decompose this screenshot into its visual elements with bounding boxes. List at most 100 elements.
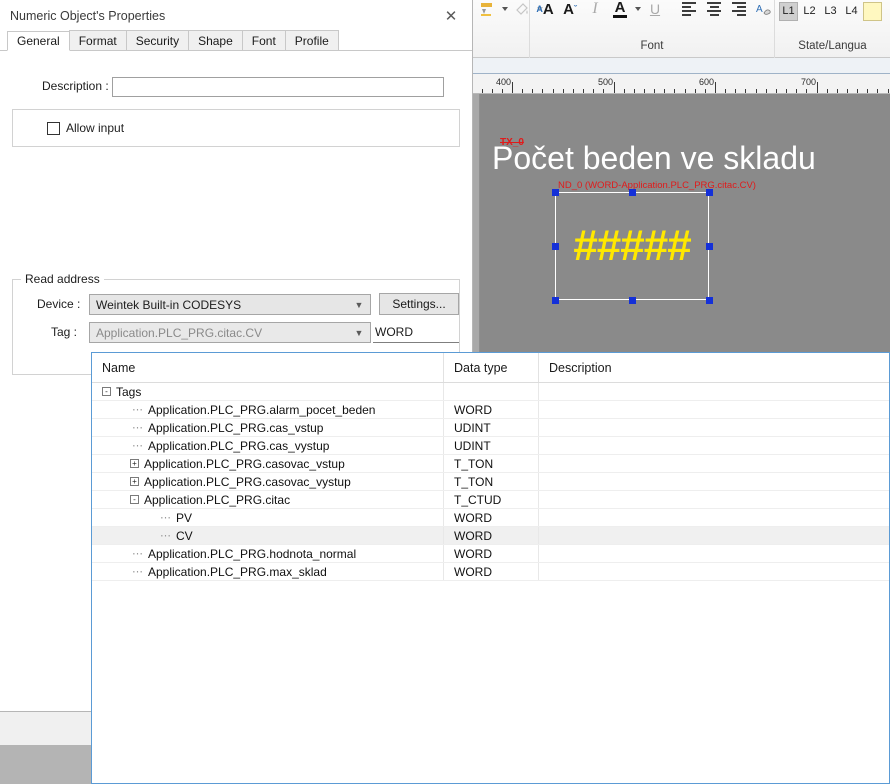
table-row[interactable]: ⋯ Application.PLC_PRG.cas_vstup UDINT bbox=[92, 419, 889, 437]
ribbon-toolbar: AA Aˇ I A U A Font L1 L2 L3 L4 State/Lan… bbox=[472, 0, 890, 58]
ribbon-state-group-label: State/Langua bbox=[798, 40, 867, 52]
resize-handle-nw[interactable] bbox=[552, 189, 559, 196]
table-row[interactable]: + Application.PLC_PRG.casovac_vystup T_TON bbox=[92, 473, 889, 491]
column-header-description[interactable]: Description bbox=[539, 353, 889, 382]
tag-name-cell: ⋯ CV bbox=[92, 527, 444, 544]
resize-handle-sw[interactable] bbox=[552, 297, 559, 304]
tree-connector-icon: ⋯ bbox=[132, 422, 144, 434]
resize-handle-e[interactable] bbox=[706, 243, 713, 250]
collapse-icon[interactable]: - bbox=[102, 387, 111, 396]
table-row[interactable]: - Application.PLC_PRG.citac T_CTUD bbox=[92, 491, 889, 509]
resize-handle-s[interactable] bbox=[629, 297, 636, 304]
table-row[interactable]: ⋯ Application.PLC_PRG.alarm_pocet_beden WO… bbox=[92, 401, 889, 419]
resize-handle-n[interactable] bbox=[629, 189, 636, 196]
dialog-title-bar[interactable]: Numeric Object's Properties ✕ bbox=[0, 0, 472, 31]
tag-list-dropdown[interactable]: Name Data type Description - Tags ⋯ Applica… bbox=[91, 352, 890, 784]
column-header-name[interactable]: Name bbox=[92, 353, 444, 382]
table-row[interactable]: ⋯ CV WORD bbox=[92, 527, 889, 545]
ruler-tick-minor bbox=[633, 89, 635, 93]
tag-data-type-cell: T_TON bbox=[444, 455, 539, 472]
expand-icon[interactable]: + bbox=[130, 459, 139, 468]
description-row: Description : bbox=[42, 79, 109, 93]
column-header-data-type[interactable]: Data type bbox=[444, 353, 539, 382]
tree-connector-icon: ⋯ bbox=[132, 404, 144, 416]
ruler-tick-minor bbox=[857, 89, 859, 93]
ribbon-group-state-language: L1 L2 L3 L4 State/Langua bbox=[775, 0, 890, 58]
table-row[interactable]: ⋯ Application.PLC_PRG.hodnota_normal WORD bbox=[92, 545, 889, 563]
tab-format[interactable]: Format bbox=[68, 30, 127, 50]
tag-chevron-down-icon[interactable]: ▼ bbox=[348, 323, 370, 342]
ruler-tick-minor bbox=[694, 89, 696, 93]
ruler-tick-minor bbox=[643, 89, 645, 93]
tag-combobox[interactable]: Application.PLC_PRG.citac.CV ▼ bbox=[89, 322, 371, 343]
horizontal-ruler[interactable]: 400 500 600 700 bbox=[472, 74, 890, 94]
state-button-l1[interactable]: L1 bbox=[779, 1, 798, 21]
collapse-icon[interactable]: - bbox=[130, 495, 139, 504]
tag-name-cell: - Application.PLC_PRG.citac bbox=[92, 491, 444, 508]
decrease-font-size-icon[interactable]: Aˇ bbox=[559, 0, 581, 22]
font-color-dropdown-icon[interactable] bbox=[635, 7, 641, 11]
language-swatch-icon[interactable] bbox=[863, 1, 882, 21]
allow-input-group: Allow input bbox=[12, 109, 460, 147]
expand-icon[interactable]: + bbox=[130, 477, 139, 486]
description-label: Description : bbox=[42, 79, 109, 93]
tag-name-cell: ⋯ PV bbox=[92, 509, 444, 526]
allow-input-checkbox[interactable] bbox=[47, 121, 60, 135]
tag-data-type-cell: WORD bbox=[444, 545, 539, 562]
ruler-tick-minor bbox=[725, 89, 727, 93]
ruler-tick-minor bbox=[491, 89, 493, 93]
tab-profile[interactable]: Profile bbox=[284, 30, 339, 50]
table-row[interactable]: ⋯ PV WORD bbox=[92, 509, 889, 527]
tree-connector-icon: ⋯ bbox=[132, 566, 144, 578]
device-combobox[interactable]: Weintek Built-in CODESYS ▼ bbox=[89, 294, 371, 315]
close-icon[interactable]: ✕ bbox=[430, 0, 472, 31]
ruler-tick-minor bbox=[684, 89, 686, 93]
state-button-l4[interactable]: L4 bbox=[842, 2, 861, 21]
tab-shape[interactable]: Shape bbox=[188, 30, 243, 50]
hmi-screen-title[interactable]: Počet beden ve skladu bbox=[492, 140, 890, 177]
resize-handle-w[interactable] bbox=[552, 243, 559, 250]
settings-button[interactable]: Settings... bbox=[379, 293, 459, 315]
table-row[interactable]: + Application.PLC_PRG.casovac_vstup T_TON bbox=[92, 455, 889, 473]
font-color-icon[interactable]: A bbox=[609, 0, 631, 22]
resize-handle-se[interactable] bbox=[706, 297, 713, 304]
ruler-tick-minor bbox=[755, 89, 757, 93]
dialog-tab-strip: General Format Security Shape Font Profi… bbox=[0, 30, 472, 51]
tab-font[interactable]: Font bbox=[241, 30, 286, 50]
tag-description-cell bbox=[539, 383, 889, 400]
state-button-l2[interactable]: L2 bbox=[800, 2, 819, 21]
highlight-color-icon[interactable] bbox=[476, 0, 498, 22]
tag-data-type-cell: WORD bbox=[444, 401, 539, 418]
table-row[interactable]: ⋯ Application.PLC_PRG.cas_vystup UDINT bbox=[92, 437, 889, 455]
tag-list-rows: - Tags ⋯ Application.PLC_PRG.alarm_pocet_be… bbox=[92, 383, 889, 581]
table-row[interactable]: - Tags bbox=[92, 383, 889, 401]
tag-description-cell bbox=[539, 491, 889, 508]
workspace-bottom-fill bbox=[0, 745, 92, 784]
highlight-color-dropdown-icon[interactable] bbox=[502, 7, 508, 11]
tag-name-label: Application.PLC_PRG.cas_vstup bbox=[148, 420, 324, 435]
ruler-tick-minor bbox=[786, 89, 788, 93]
ruler-tick-minor bbox=[623, 89, 625, 93]
increase-font-size-icon[interactable]: AA bbox=[534, 0, 556, 22]
state-button-l3[interactable]: L3 bbox=[821, 2, 840, 21]
numeric-object-selection[interactable]: ##### bbox=[552, 189, 713, 304]
chevron-down-icon[interactable]: ▼ bbox=[348, 295, 370, 314]
resize-handle-ne[interactable] bbox=[706, 189, 713, 196]
tag-data-type-cell: WORD bbox=[444, 563, 539, 580]
ruler-tick-minor bbox=[583, 89, 585, 93]
ruler-tick-minor bbox=[765, 89, 767, 93]
tag-description-cell bbox=[539, 455, 889, 472]
description-input[interactable] bbox=[112, 77, 444, 97]
data-type-field[interactable]: WORD bbox=[373, 322, 459, 343]
align-left-icon[interactable] bbox=[678, 0, 700, 22]
align-center-icon[interactable] bbox=[703, 0, 725, 22]
table-row[interactable]: ⋯ Application.PLC_PRG.max_sklad WORD bbox=[92, 563, 889, 581]
tab-security[interactable]: Security bbox=[125, 30, 190, 50]
format-painter-icon[interactable]: A bbox=[753, 0, 775, 22]
tab-general[interactable]: General bbox=[7, 31, 70, 51]
align-right-icon[interactable] bbox=[728, 0, 750, 22]
italic-icon: I bbox=[592, 0, 598, 17]
tag-data-type-cell: UDINT bbox=[444, 419, 539, 436]
underline-icon: U bbox=[649, 1, 661, 17]
ruler-tick-minor bbox=[704, 89, 706, 93]
